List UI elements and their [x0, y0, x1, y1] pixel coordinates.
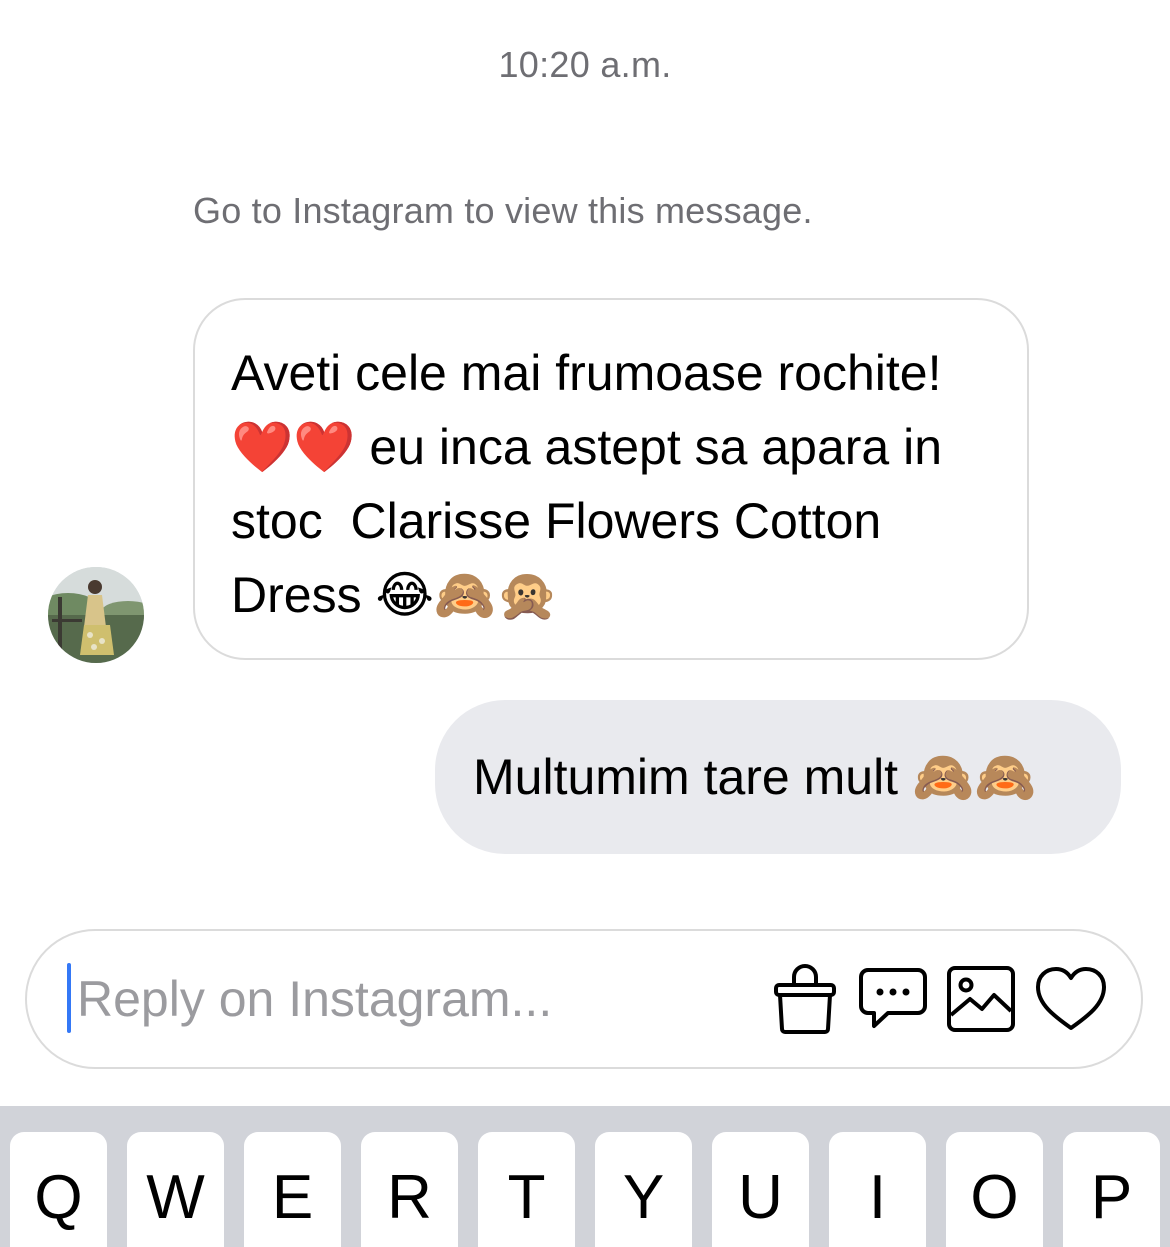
key-q[interactable]: Q	[10, 1132, 107, 1247]
keyboard: Q W E R T Y U I O P	[0, 1106, 1170, 1247]
message-timestamp: 10:20 a.m.	[498, 44, 672, 85]
key-y[interactable]: Y	[595, 1132, 692, 1247]
key-t[interactable]: T	[478, 1132, 575, 1247]
incoming-message-bubble[interactable]: Aveti cele mai frumoase rochite! ❤️❤️ eu…	[193, 298, 1029, 660]
key-w[interactable]: W	[127, 1132, 224, 1247]
key-p[interactable]: P	[1063, 1132, 1160, 1247]
unsupported-message-note[interactable]: Go to Instagram to view this message.	[193, 190, 813, 232]
image-icon[interactable]	[943, 961, 1019, 1037]
reply-composer	[25, 929, 1143, 1069]
chat-bubble-icon[interactable]	[855, 961, 931, 1037]
heart-icon[interactable]	[1033, 961, 1109, 1037]
key-o[interactable]: O	[946, 1132, 1043, 1247]
shopping-bag-icon[interactable]	[767, 961, 843, 1037]
key-u[interactable]: U	[712, 1132, 809, 1247]
outgoing-message-bubble[interactable]: Multumim tare mult 🙈🙈	[435, 700, 1121, 854]
key-e[interactable]: E	[244, 1132, 341, 1247]
sender-avatar[interactable]	[48, 567, 144, 663]
key-r[interactable]: R	[361, 1132, 458, 1247]
reply-input[interactable]	[77, 959, 757, 1039]
key-i[interactable]: I	[829, 1132, 926, 1247]
text-caret	[67, 963, 71, 1033]
